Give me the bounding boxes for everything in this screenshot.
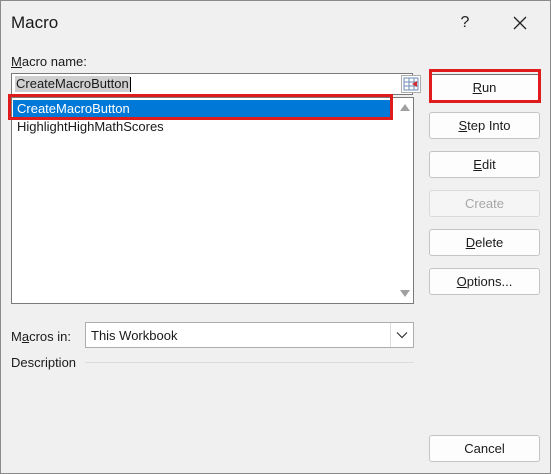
list-item-highlighthighmathscores[interactable]: HighlightHighMathScores <box>13 118 164 136</box>
description-label: Description <box>11 355 77 370</box>
macros-in-label: Macros in: <box>11 329 71 344</box>
close-button[interactable] <box>506 9 534 37</box>
macro-name-value: CreateMacroButton <box>15 76 130 92</box>
description-divider <box>85 362 414 363</box>
edit-button[interactable]: Edit <box>429 151 540 178</box>
macros-in-value: This Workbook <box>91 328 178 343</box>
dropdown-button[interactable] <box>390 323 413 347</box>
step-into-button[interactable]: Step Into <box>429 112 540 139</box>
macro-dialog: Macro ? Macro name: CreateMacroButton Cr… <box>0 0 551 474</box>
scroll-up-icon[interactable] <box>400 104 410 111</box>
options-button[interactable]: Options... <box>429 268 540 295</box>
macro-name-label: Macro name: <box>11 54 87 69</box>
range-select-icon <box>403 77 419 91</box>
scroll-down-icon[interactable] <box>400 290 410 297</box>
text-caret <box>130 77 131 92</box>
highlight-box-selected-macro <box>8 94 393 120</box>
chevron-down-icon <box>396 332 408 339</box>
help-icon: ? <box>460 14 470 31</box>
help-button[interactable]: ? <box>451 9 479 37</box>
range-select-button[interactable] <box>401 75 421 93</box>
macros-in-select[interactable]: This Workbook <box>85 322 414 348</box>
delete-button[interactable]: Delete <box>429 229 540 256</box>
cancel-button[interactable]: Cancel <box>429 435 540 462</box>
macro-list[interactable]: CreateMacroButton HighlightHighMathScore… <box>11 97 414 304</box>
create-button[interactable]: Create <box>429 190 540 217</box>
dialog-title: Macro <box>11 13 59 32</box>
macro-name-input[interactable]: CreateMacroButton <box>11 73 421 95</box>
highlight-box-run-button <box>429 69 541 103</box>
close-icon <box>513 16 527 30</box>
list-scrollbar[interactable] <box>396 98 413 303</box>
